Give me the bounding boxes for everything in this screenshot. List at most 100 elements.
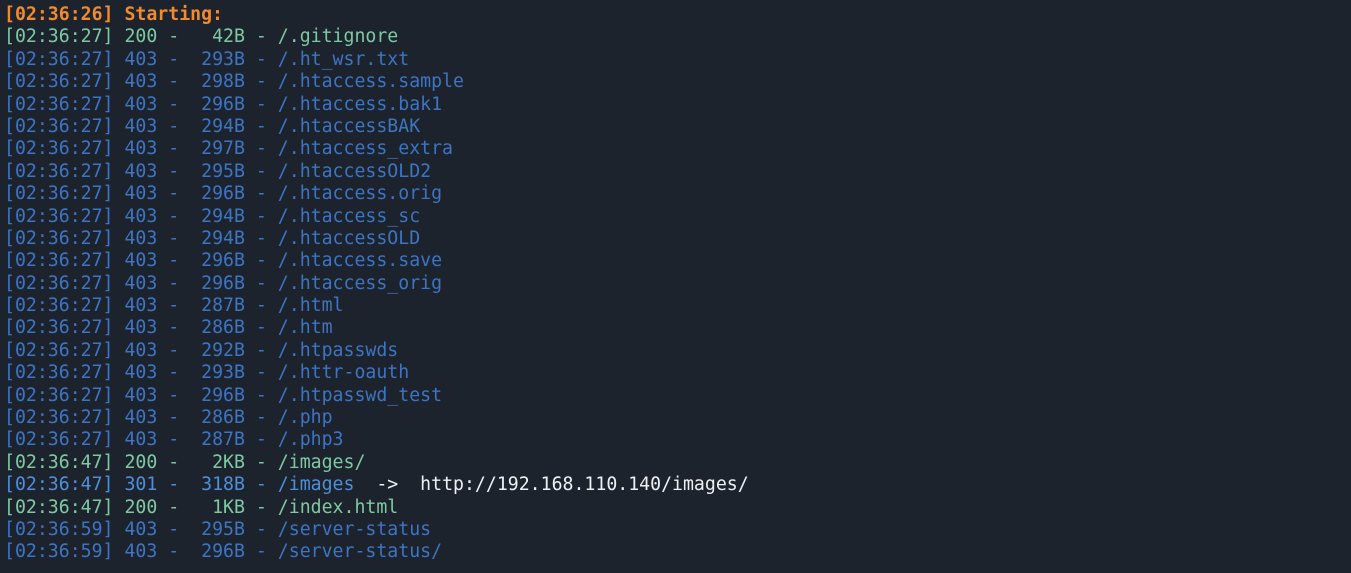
log-status: 403: [124, 93, 158, 115]
log-size: 295B: [201, 160, 245, 182]
log-size: 292B: [201, 339, 245, 361]
log-path: /.ht_wsr.txt: [277, 48, 410, 70]
log-line: [02:36:59] 403 - 295B - /server-status: [4, 518, 432, 540]
log-status: 403: [124, 138, 158, 160]
log-time: [02:36:27]: [4, 48, 114, 70]
log-status: 403: [124, 115, 158, 137]
log-size: 286B: [201, 407, 245, 429]
log-time: [02:36:27]: [4, 227, 114, 249]
log-size: 297B: [201, 138, 245, 160]
log-line: [02:36:27] 403 - 294B - /.htaccessBAK: [4, 115, 421, 137]
log-time: [02:36:27]: [4, 362, 114, 384]
log-status: 403: [124, 317, 158, 339]
log-size: 294B: [201, 205, 245, 227]
log-time: [02:36:27]: [4, 160, 114, 182]
log-size: 296B: [201, 541, 245, 563]
log-path: /.htm: [277, 317, 333, 339]
log-line: [02:36:47] 200 - 2KB - /images/: [4, 451, 366, 473]
log-time: [02:36:27]: [4, 26, 114, 48]
log-status: 403: [124, 518, 158, 540]
log-time: [02:36:27]: [4, 384, 114, 406]
log-size: 287B: [201, 429, 245, 451]
log-line: [02:36:27] 403 - 294B - /.htaccess_sc: [4, 205, 421, 227]
log-path: /.htaccess_extra: [277, 138, 453, 160]
log-status: 200: [124, 496, 158, 518]
log-path: /.htaccessOLD: [277, 227, 421, 249]
log-path: /images: [277, 474, 355, 496]
log-time: [02:36:27]: [4, 71, 114, 93]
log-status: 403: [124, 407, 158, 429]
log-size: 295B: [201, 518, 245, 540]
entries-list: [02:36:27] 200 - 42B - /.gitignore [02:36…: [4, 26, 1351, 563]
log-path: /.htaccessOLD2: [277, 160, 432, 182]
log-status: 403: [124, 272, 158, 294]
log-line: [02:36:27] 403 - 287B - /.html: [4, 295, 344, 317]
log-path: /.htaccess.orig: [277, 183, 443, 205]
log-status: 403: [124, 339, 158, 361]
log-size: 287B: [201, 295, 245, 317]
log-size: 296B: [201, 183, 245, 205]
log-path: /server-status/: [277, 541, 443, 563]
log-status: 403: [124, 295, 158, 317]
log-line: [02:36:27] 403 - 292B - /.htpasswds: [4, 339, 399, 361]
log-size: 296B: [201, 384, 245, 406]
log-time: [02:36:27]: [4, 272, 114, 294]
log-size: 293B: [201, 362, 245, 384]
log-size: 296B: [201, 272, 245, 294]
log-path: /.htaccess.bak1: [277, 93, 443, 115]
log-line: [02:36:27] 403 - 293B - /.ht_wsr.txt: [4, 48, 410, 70]
terminal-output[interactable]: [02:36:26] Starting: [02:36:27] 200 - 42…: [4, 4, 1351, 573]
log-path: /index.html: [277, 496, 399, 518]
log-path: /.htaccess_orig: [277, 272, 443, 294]
log-time: [02:36:47]: [4, 474, 114, 496]
log-time: [02:36:27]: [4, 93, 114, 115]
log-status: 403: [124, 205, 158, 227]
log-path: /.html: [277, 295, 344, 317]
log-status: 403: [124, 183, 158, 205]
log-line: [02:36:27] 403 - 298B - /.htaccess.sampl…: [4, 71, 464, 93]
log-path: /.htaccess.sample: [277, 71, 464, 93]
log-line: [02:36:59] 403 - 296B - /server-status/: [4, 541, 443, 563]
log-line: [02:36:27] 403 - 296B - /.htaccess_orig: [4, 272, 443, 294]
redirect-arrow: ->: [376, 474, 399, 496]
log-status: 301: [124, 474, 158, 496]
log-path: /.php3: [277, 429, 344, 451]
log-size: 293B: [201, 48, 245, 70]
log-time: [02:36:27]: [4, 250, 114, 272]
log-time: [02:36:27]: [4, 115, 114, 137]
log-size: 2KB: [212, 451, 245, 473]
log-time: [02:36:27]: [4, 317, 114, 339]
log-status: 200: [124, 451, 158, 473]
log-line: [02:36:47] 200 - 1KB - /index.html: [4, 496, 399, 518]
log-line: [02:36:27] 403 - 296B - /.htaccess.save: [4, 250, 443, 272]
log-line: [02:36:27] 403 - 297B - /.htaccess_extra: [4, 138, 453, 160]
log-status: 403: [124, 250, 158, 272]
log-status: 403: [124, 541, 158, 563]
log-status: 403: [124, 227, 158, 249]
log-status: 403: [124, 71, 158, 93]
log-size: 286B: [201, 317, 245, 339]
log-size: 1KB: [212, 496, 245, 518]
log-path: /.htpasswds: [277, 339, 399, 361]
log-time: [02:36:47]: [4, 496, 114, 518]
log-time: [02:36:27]: [4, 339, 114, 361]
log-size: 294B: [201, 227, 245, 249]
log-path: /.php: [277, 407, 333, 429]
log-line: [02:36:27] 200 - 42B - /.gitignore: [4, 26, 399, 48]
log-time: [02:36:27]: [4, 138, 114, 160]
log-line: [02:36:27] 403 - 293B - /.httr-oauth: [4, 362, 410, 384]
log-line: [02:36:27] 403 - 287B - /.php3: [4, 429, 344, 451]
log-line: [02:36:47] 301 - 318B - /images -> http:…: [4, 474, 749, 496]
log-path: /server-status: [277, 518, 432, 540]
log-path: /.httr-oauth: [277, 362, 410, 384]
log-time: [02:36:27]: [4, 429, 114, 451]
log-line: [02:36:27] 403 - 296B - /.htaccess.bak1: [4, 93, 443, 115]
log-time: [02:36:27]: [4, 295, 114, 317]
log-path: /.htaccessBAK: [277, 115, 421, 137]
log-line: [02:36:27] 403 - 286B - /.htm: [4, 317, 333, 339]
log-line: [02:36:27] 403 - 296B - /.htaccess.orig: [4, 183, 443, 205]
log-size: 296B: [201, 250, 245, 272]
log-size: 294B: [201, 115, 245, 137]
log-time: [02:36:27]: [4, 183, 114, 205]
log-line: [02:36:27] 403 - 286B - /.php: [4, 407, 333, 429]
